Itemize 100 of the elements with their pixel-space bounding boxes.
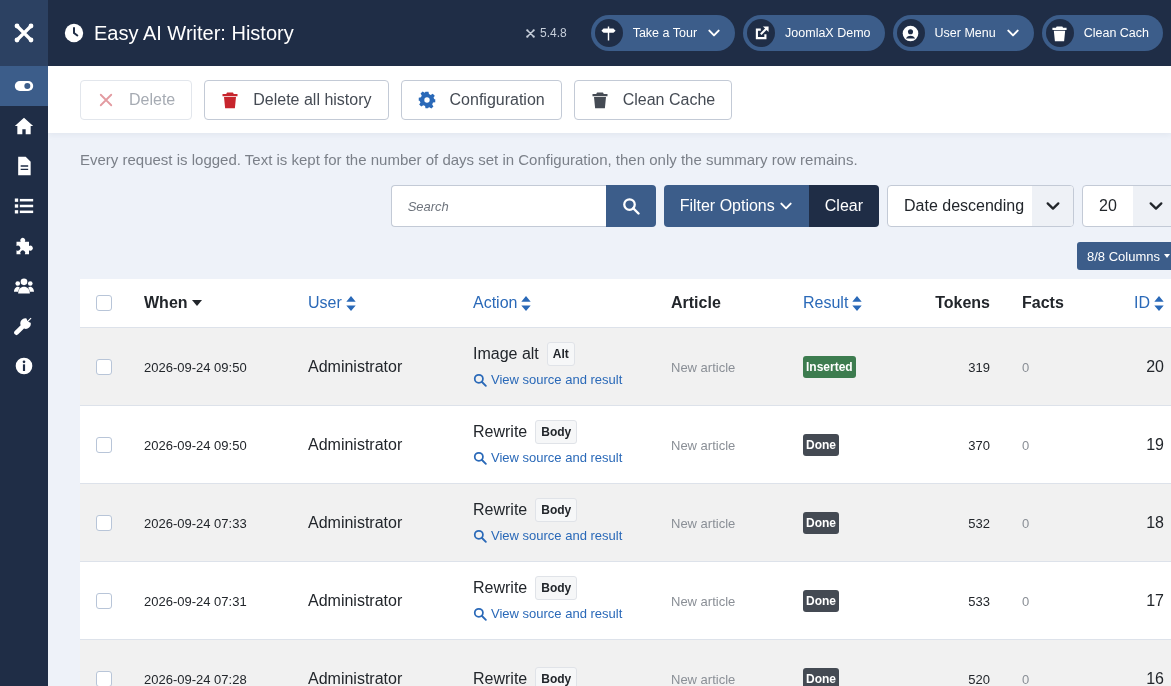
search-icon [473, 606, 487, 621]
sort-icon [521, 295, 532, 311]
result-badge: Done [803, 667, 839, 686]
user-icon [902, 24, 920, 42]
select-all-checkbox[interactable] [96, 295, 112, 311]
user-name: Administrator [308, 357, 403, 375]
column-header-link[interactable]: User [308, 294, 356, 312]
search-icon [473, 372, 487, 387]
view-link[interactable]: View source and result [473, 450, 623, 466]
article-text: New article [671, 359, 736, 375]
caret-icon [1164, 254, 1170, 258]
id-number: 18 [1146, 513, 1164, 531]
sort-icon [1154, 295, 1164, 311]
user-name: Administrator [308, 513, 403, 531]
toolbar-button[interactable]: Clean Cache [573, 79, 733, 120]
row-checkbox[interactable] [96, 514, 112, 531]
header-button[interactable]: User Menu [892, 15, 1034, 51]
user-name: Administrator [308, 591, 403, 609]
target-tag: Alt [546, 342, 575, 367]
version-label: 5.4.8 [539, 26, 567, 40]
list-icon [14, 196, 34, 216]
header-button[interactable]: Take a Tour [590, 15, 736, 51]
result-badge: Done [803, 433, 839, 456]
users-icon [14, 276, 34, 296]
result-badge: Done [803, 511, 839, 534]
tokens-count: 370 [968, 437, 990, 453]
facts-count: 0 [1022, 593, 1030, 609]
action-name: Rewrite [473, 501, 528, 520]
trash-icon [1051, 24, 1069, 42]
action-name: Rewrite [473, 579, 528, 598]
sort-down-icon [191, 300, 202, 306]
target-tag: Body [535, 576, 578, 601]
select-field[interactable]: 20 [1082, 185, 1171, 227]
view-link[interactable]: View source and result [473, 606, 623, 622]
row-checkbox[interactable] [96, 436, 112, 453]
article-text: New article [671, 671, 736, 686]
facts-count: 0 [1022, 515, 1030, 531]
search-button[interactable] [605, 185, 656, 227]
trash-icon [590, 90, 609, 109]
facts-count: 0 [1022, 671, 1030, 686]
columns-button[interactable]: 8/8 Columns [1077, 242, 1171, 270]
clear-button[interactable]: Clear [808, 185, 879, 227]
column-header-link[interactable]: ID [1134, 294, 1164, 312]
target-tag: Body [535, 420, 578, 445]
column-header-link[interactable]: When [144, 294, 202, 312]
search-icon [621, 197, 640, 215]
puzzle-icon [14, 236, 34, 256]
clock-icon [64, 23, 84, 43]
row-checkbox[interactable] [96, 670, 112, 686]
row-checkbox[interactable] [96, 358, 112, 375]
sort-icon [852, 295, 863, 311]
view-link[interactable]: View source and result [473, 528, 623, 544]
search-field[interactable]: Search [390, 185, 606, 227]
facts-count: 0 [1022, 359, 1030, 375]
wrench-icon [14, 316, 34, 336]
window-title: Easy AI Writer: History [94, 21, 294, 45]
header-button[interactable]: JoomlaX Demo [743, 15, 885, 51]
header-button[interactable]: Clean Cach [1041, 15, 1163, 51]
tokens-count: 319 [968, 359, 990, 375]
user-name: Administrator [308, 669, 403, 686]
date-text: 2026-09-24 07:33 [144, 515, 247, 531]
tokens-count: 533 [968, 593, 990, 609]
sort-icon [345, 295, 356, 311]
column-header: Tokens [935, 294, 990, 311]
row-checkbox[interactable] [96, 592, 112, 609]
article-text: New article [671, 515, 736, 531]
id-number: 16 [1146, 669, 1164, 686]
tokens-count: 532 [968, 515, 990, 531]
signpost-icon [600, 24, 618, 42]
date-text: 2026-09-24 09:50 [144, 359, 247, 375]
tokens-count: 520 [968, 671, 990, 686]
date-text: 2026-09-24 07:31 [144, 593, 247, 609]
id-number: 19 [1146, 435, 1164, 453]
home-icon [14, 116, 34, 136]
info-icon [14, 356, 34, 376]
search-icon [473, 528, 487, 543]
user-name: Administrator [308, 435, 403, 453]
trash-icon [221, 90, 240, 109]
description-text: Every request is logged. Text is kept for the number of days set in Configuration, then only the summary row remains. [80, 151, 859, 170]
toolbar-button[interactable]: Configuration [400, 79, 562, 120]
date-text: 2026-09-24 09:50 [144, 437, 247, 453]
view-link[interactable]: View source and result [473, 372, 623, 388]
target-tag: Body [535, 498, 578, 523]
select-field[interactable]: Date descending [887, 185, 1074, 227]
target-tag: Body [535, 666, 578, 686]
settings-icon [417, 90, 436, 109]
sidebar-item[interactable] [0, 66, 48, 106]
id-number: 20 [1146, 357, 1164, 375]
action-name: Rewrite [473, 423, 528, 442]
article-text: New article [671, 437, 736, 453]
id-number: 17 [1146, 591, 1164, 609]
filter-options-button[interactable]: Filter Options [663, 185, 809, 227]
column-header-link[interactable]: Action [473, 294, 532, 312]
column-header-link[interactable]: Result [803, 294, 863, 312]
result-badge: Inserted [803, 355, 856, 378]
column-header: Facts [1022, 294, 1064, 311]
article-text: New article [671, 593, 736, 609]
toolbar-button[interactable]: Delete all history [204, 79, 389, 120]
result-badge: Done [803, 589, 839, 612]
date-text: 2026-09-24 07:28 [144, 671, 247, 686]
